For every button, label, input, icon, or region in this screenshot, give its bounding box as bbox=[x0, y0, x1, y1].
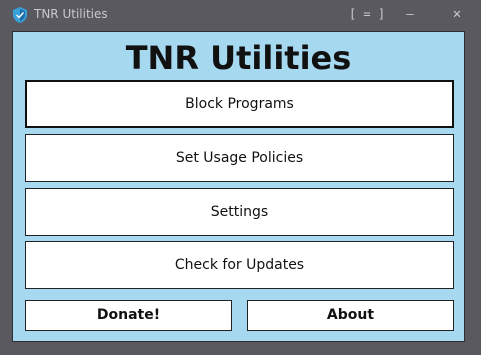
title-bar[interactable]: TNR Utilities [ = ] — ✕ bbox=[0, 0, 481, 30]
shield-icon bbox=[13, 7, 27, 23]
app-window: TNR Utilities [ = ] — ✕ TNR Utilities Bl… bbox=[0, 0, 481, 355]
settings-button[interactable]: Settings bbox=[25, 188, 454, 236]
minimize-button[interactable]: — bbox=[396, 4, 424, 24]
app-heading: TNR Utilities bbox=[125, 39, 352, 77]
set-usage-policies-button[interactable]: Set Usage Policies bbox=[25, 134, 454, 182]
block-programs-button[interactable]: Block Programs bbox=[25, 80, 454, 128]
close-button[interactable]: ✕ bbox=[443, 4, 471, 24]
check-for-updates-button[interactable]: Check for Updates bbox=[25, 241, 454, 289]
main-panel: TNR Utilities Block Programs Set Usage P… bbox=[12, 31, 465, 342]
menu-button[interactable]: [ = ] bbox=[347, 4, 387, 24]
window-title: TNR Utilities bbox=[34, 7, 108, 21]
about-button[interactable]: About bbox=[247, 300, 454, 331]
donate-button[interactable]: Donate! bbox=[25, 300, 232, 331]
